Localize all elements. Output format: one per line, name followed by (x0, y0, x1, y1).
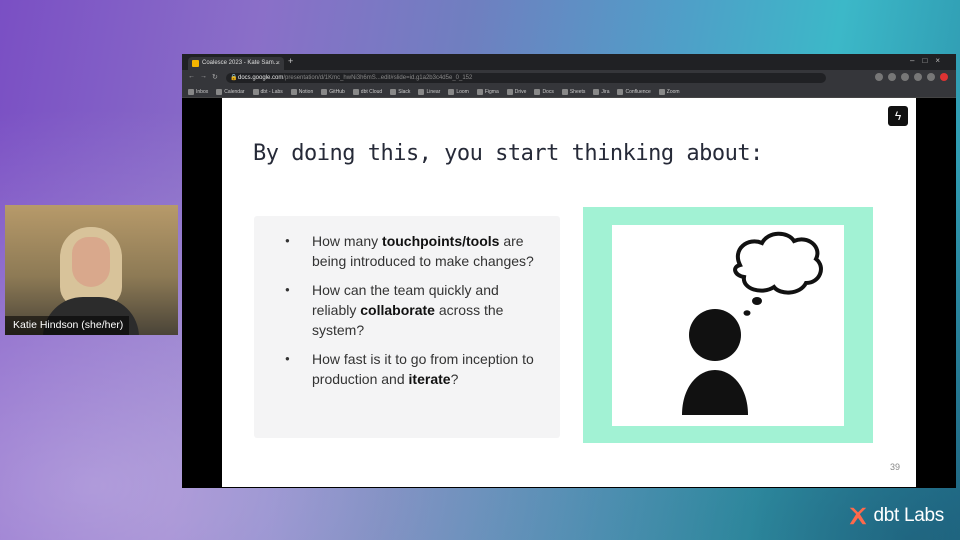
bookmark-favicon-icon (290, 88, 297, 95)
tab-bar: Coalesce 2023 - Kate Sam... × + –□× (182, 54, 956, 70)
bookmark-item[interactable]: dbt Cloud (352, 86, 383, 97)
bookmark-label: Calendar (224, 88, 245, 95)
bookmark-item[interactable]: Slack (390, 86, 410, 97)
bookmark-favicon-icon (216, 88, 223, 95)
dbt-logo-icon (849, 507, 866, 525)
bookmark-label: Drive (514, 88, 527, 95)
speaker-name-label: Katie Hindson (she/her) (5, 316, 130, 335)
bookmark-item[interactable]: Inbox (188, 86, 208, 97)
bookmark-item[interactable]: Jira (593, 86, 609, 97)
back-icon[interactable]: ← (188, 73, 195, 80)
bookmark-favicon-icon (252, 88, 259, 95)
dbt-labs-wordmark: dbt Labs (873, 505, 945, 526)
bookmark-item[interactable]: Figma (476, 86, 499, 97)
profile-avatar[interactable] (927, 73, 935, 81)
bookmark-item[interactable]: Loom (448, 86, 469, 97)
bookmark-favicon-icon (418, 88, 425, 95)
bookmark-label: Inbox (196, 88, 209, 95)
bookmark-label: Confluence (625, 88, 651, 95)
new-tab-button[interactable]: + (288, 56, 293, 66)
bookmark-label: Sheets (569, 88, 586, 95)
bookmark-favicon-icon (534, 88, 541, 95)
bookmark-label: Zoom (666, 88, 680, 95)
toolbar-icons (875, 73, 948, 81)
zoom-icon[interactable] (875, 73, 883, 81)
dbt-labs-logo: dbt Labs (847, 505, 945, 527)
bookmark-item[interactable]: Calendar (216, 86, 245, 97)
bookmark-label: Linear (426, 88, 441, 95)
bookmark-favicon-icon (506, 88, 513, 95)
bookmark-favicon-icon (352, 88, 359, 95)
star-icon[interactable] (901, 73, 909, 81)
forward-icon[interactable]: → (200, 73, 207, 80)
url-path: /presentation/d/1Kmc_hwNi3h6mS...edit#sl… (283, 75, 473, 81)
address-bar-row: ← → ↻ 🔒 docs.google.com/presentation/d/1… (182, 70, 956, 86)
browser-tab[interactable]: Coalesce 2023 - Kate Sam... × (188, 57, 284, 70)
presentation-slide: ϟ By doing this, you start thinking abou… (222, 98, 916, 487)
bookmark-favicon-icon (617, 88, 624, 95)
bookmark-label: Docs (542, 88, 554, 95)
bookmark-label: Jira (601, 88, 610, 95)
bookmark-favicon-icon (593, 88, 600, 95)
bookmark-label: Slack (398, 88, 411, 95)
slide-page-number: 39 (889, 462, 900, 472)
webcam-feed: Katie Hindson (she/her) (5, 205, 178, 335)
slides-favicon-icon (192, 60, 199, 67)
extensions-icon[interactable] (914, 73, 922, 81)
presentation-viewport: ϟ By doing this, you start thinking abou… (182, 98, 956, 488)
bookmark-item[interactable]: dbt - Labs (252, 86, 283, 97)
illustration-canvas (612, 225, 844, 426)
bookmark-label: dbt - Labs (260, 88, 283, 95)
bookmark-item[interactable]: Linear (418, 86, 440, 97)
window-controls[interactable]: –□× (910, 56, 948, 65)
illustration-frame (583, 207, 873, 443)
bookmark-favicon-icon (390, 88, 397, 95)
bullet-panel: How many touchpoints/tools are being int… (254, 216, 560, 438)
lightning-icon: ϟ (888, 106, 908, 126)
bookmark-item[interactable]: Notion (290, 86, 314, 97)
slide-title: By doing this, you start thinking about: (253, 141, 763, 166)
bookmark-favicon-icon (448, 88, 455, 95)
lock-icon: 🔒 (230, 75, 238, 81)
bookmark-favicon-icon (561, 88, 568, 95)
bookmark-item[interactable]: Docs (534, 86, 554, 97)
close-tab-icon[interactable]: × (276, 57, 280, 70)
bullet-item: How can the team quickly and reliably co… (285, 280, 540, 340)
bookmark-label: Notion (298, 88, 314, 95)
share-icon[interactable] (888, 73, 896, 81)
browser-window: Coalesce 2023 - Kate Sam... × + –□× ← → … (182, 54, 956, 488)
url-host: docs.google.com (238, 75, 284, 81)
bookmark-label: dbt Cloud (360, 88, 383, 95)
tab-title: Coalesce 2023 - Kate Sam... (202, 60, 279, 66)
bookmark-label: GitHub (329, 88, 345, 95)
bookmark-label: Loom (456, 88, 469, 95)
bookmark-favicon-icon (321, 88, 328, 95)
bookmarks-bar: Inbox Calendar dbt - Labs Notion GitHub dbt C… (182, 86, 956, 98)
menu-icon[interactable] (940, 73, 948, 81)
bullet-item: How many touchpoints/tools are being int… (285, 231, 540, 271)
bookmark-favicon-icon (476, 88, 483, 95)
bookmark-item[interactable]: GitHub (321, 86, 345, 97)
url-field[interactable]: 🔒 docs.google.com/presentation/d/1Kmc_hw… (226, 73, 826, 83)
bookmark-favicon-icon (658, 88, 665, 95)
thinking-person-icon (682, 231, 823, 415)
reload-icon[interactable]: ↻ (212, 73, 218, 81)
bullet-item: How fast is it to go from inception to p… (285, 349, 540, 389)
speaker-face (72, 237, 110, 287)
bookmark-item[interactable]: Drive (506, 86, 527, 97)
bookmark-item[interactable]: Sheets (561, 86, 586, 97)
bookmark-item[interactable]: Confluence (617, 86, 651, 97)
bookmark-favicon-icon (188, 88, 194, 95)
bookmark-label: Figma (484, 88, 499, 95)
bookmark-item[interactable]: Zoom (658, 86, 680, 97)
